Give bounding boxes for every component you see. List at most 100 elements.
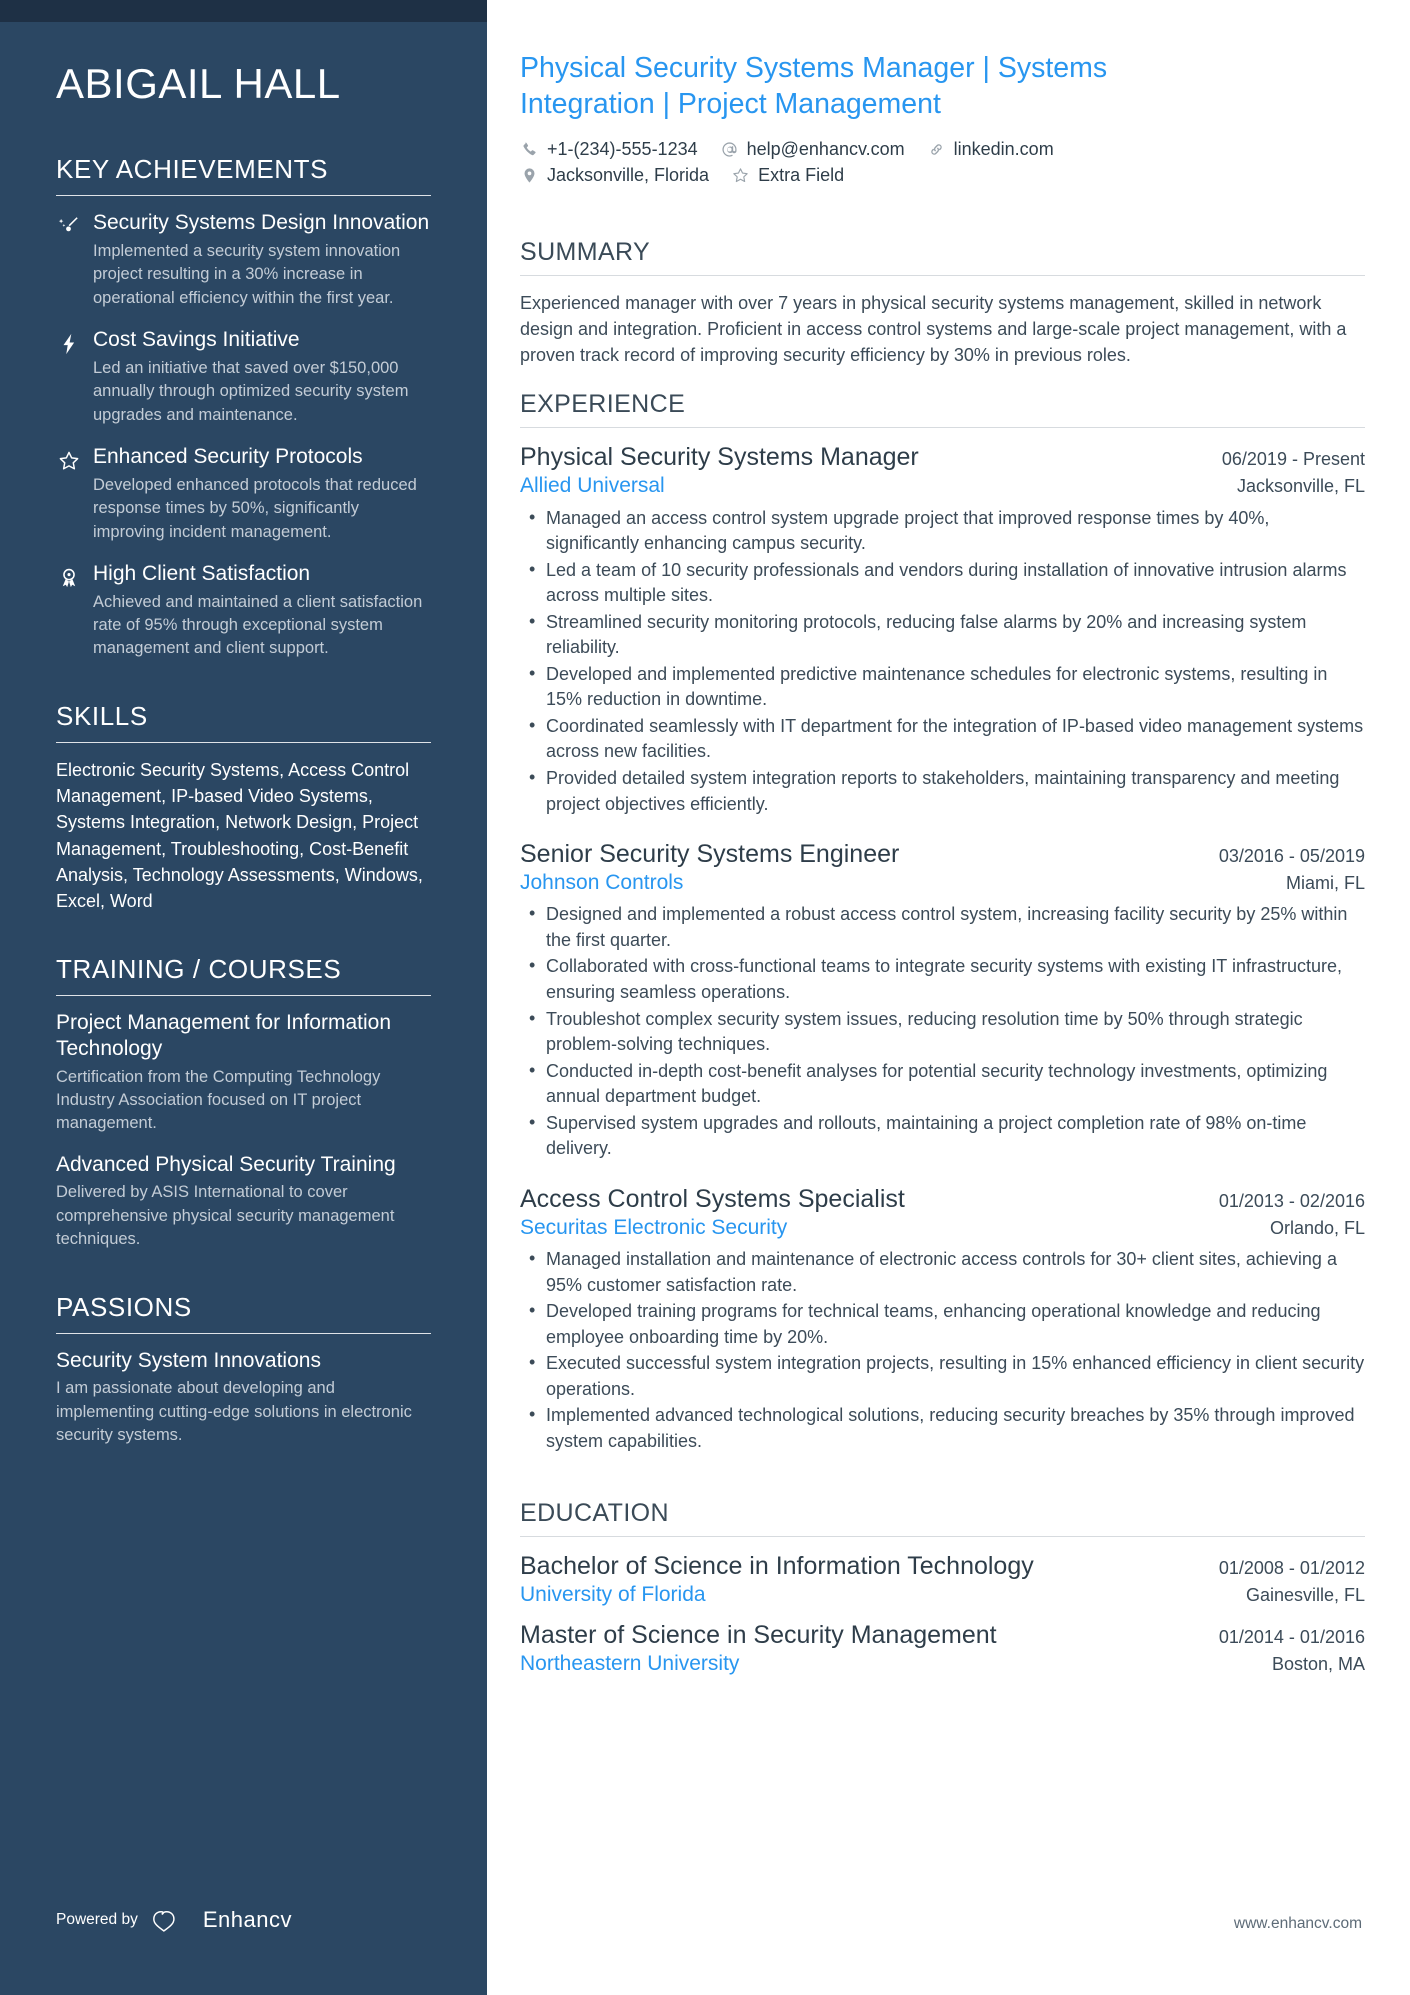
experience-org-row: Securitas Electronic Security Orlando, F… <box>520 1214 1365 1241</box>
divider <box>520 427 1365 429</box>
section-education: EDUCATION Bachelor of Science in Informa… <box>520 1477 1365 1678</box>
at-sign-icon <box>720 140 739 159</box>
experience-entry: Physical Security Systems Manager 06/201… <box>520 442 1365 817</box>
section-heading-skills: SKILLS <box>56 700 148 731</box>
enhancv-logo: Enhancv <box>152 1907 292 1933</box>
experience-title-row: Physical Security Systems Manager 06/201… <box>520 442 1365 472</box>
job-bullet: Collaborated with cross-functional teams… <box>520 953 1365 1005</box>
experience-title-row: Senior Security Systems Engineer 03/2016… <box>520 839 1365 869</box>
section-heading-summary: SUMMARY <box>520 237 651 266</box>
job-bullet: Designed and implemented a robust access… <box>520 901 1365 953</box>
contact-row-secondary: Jacksonville, Florida Extra Field <box>520 165 1365 186</box>
job-bullets: Managed an access control system upgrade… <box>520 505 1365 818</box>
skills-list: Electronic Security Systems, Access Cont… <box>56 759 423 912</box>
experience-org-row: Allied Universal Jacksonville, FL <box>520 472 1365 499</box>
job-location: Jacksonville, FL <box>1236 476 1365 497</box>
education-title-row: Bachelor of Science in Information Techn… <box>520 1551 1365 1581</box>
job-bullet: Managed an access control system upgrade… <box>520 505 1365 557</box>
email-text: help@enhancv.com <box>746 138 905 159</box>
location-pin-icon <box>520 166 539 185</box>
contact-phone[interactable]: +1-(234)-555-1234 <box>520 139 698 160</box>
professional-headline: Physical Security Systems Manager | Syst… <box>520 52 1108 121</box>
sidebar: ABIGAIL HALL KEY ACHIEVEMENTS Security S… <box>0 0 487 1995</box>
achievement-item: Cost Savings Initiative Led an initiativ… <box>56 327 431 427</box>
school-name[interactable]: University of Florida <box>520 1581 706 1608</box>
job-bullet: Developed and implemented predictive mai… <box>520 661 1365 713</box>
job-dates: 06/2019 - Present <box>1221 449 1365 470</box>
job-bullets: Managed installation and maintenance of … <box>520 1246 1365 1454</box>
summary-text: Experienced manager with over 7 years in… <box>520 292 1347 366</box>
job-title: Senior Security Systems Engineer <box>520 840 900 869</box>
candidate-name: ABIGAIL HALL <box>56 60 341 107</box>
section-summary: SUMMARY Experienced manager with over 7 … <box>520 216 1365 368</box>
contact-details: +1-(234)-555-1234 help@enhancv.com linke… <box>520 139 1365 186</box>
achievement-title: Security Systems Design Innovation <box>93 211 430 235</box>
extra-field-text: Extra Field <box>758 164 845 185</box>
job-bullet: Streamlined security monitoring protocol… <box>520 609 1365 661</box>
star-outline-icon <box>731 166 750 185</box>
achievement-title: Enhanced Security Protocols <box>93 445 363 469</box>
job-bullet: Executed successful system integration p… <box>520 1350 1365 1402</box>
achievement-description: Implemented a security system innovation… <box>93 241 401 307</box>
education-title-row: Master of Science in Security Management… <box>520 1620 1365 1650</box>
phone-icon <box>520 140 539 159</box>
section-passions: PASSIONS Security System Innovations I a… <box>56 1292 431 1448</box>
degree-title: Bachelor of Science in Information Techn… <box>520 1551 1034 1580</box>
lightning-bolt-icon <box>56 331 82 357</box>
shooting-star-icon <box>56 214 82 240</box>
job-company[interactable]: Securitas Electronic Security <box>520 1214 787 1241</box>
experience-title-row: Access Control Systems Specialist 01/201… <box>520 1184 1365 1214</box>
award-ribbon-icon <box>56 565 82 591</box>
divider <box>56 995 431 997</box>
job-bullet: Supervised system upgrades and rollouts,… <box>520 1110 1365 1162</box>
course-description: Delivered by ASIS International to cover… <box>56 1183 395 1249</box>
course-item: Advanced Physical Security Training Deli… <box>56 1152 431 1252</box>
location-text: Jacksonville, Florida <box>547 164 710 185</box>
job-bullet: Provided detailed system integration rep… <box>520 765 1365 817</box>
passion-title: Security System Innovations <box>56 1348 321 1372</box>
phone-text: +1-(234)-555-1234 <box>547 138 698 159</box>
divider <box>56 1332 431 1334</box>
contact-email[interactable]: help@enhancv.com <box>720 139 905 160</box>
enhancv-mark-icon <box>152 1911 175 1932</box>
course-title: Advanced Physical Security Training <box>56 1152 396 1176</box>
powered-by-label: Powered by <box>56 1911 138 1928</box>
school-name[interactable]: Northeastern University <box>520 1650 739 1677</box>
school-location: Gainesville, FL <box>1245 1584 1365 1605</box>
linkedin-text: linkedin.com <box>953 138 1054 159</box>
job-bullet: Troubleshot complex security system issu… <box>520 1006 1365 1058</box>
passion-description: I am passionate about developing and imp… <box>56 1379 412 1445</box>
education-org-row: Northeastern University Boston, MA <box>520 1650 1365 1677</box>
section-experience: EXPERIENCE Physical Security Systems Man… <box>520 368 1365 1454</box>
sidebar-topbar <box>0 0 487 22</box>
star-icon <box>56 448 82 474</box>
contact-linkedin[interactable]: linkedin.com <box>927 139 1054 160</box>
course-title: Project Management for Information Techn… <box>56 1011 391 1060</box>
link-icon <box>927 140 946 159</box>
achievement-item: Security Systems Design Innovation Imple… <box>56 210 431 310</box>
main-column: Physical Security Systems Manager | Syst… <box>487 0 1410 1995</box>
powered-by-footer: Powered by Enhancv <box>56 1907 292 1933</box>
contact-row-primary: +1-(234)-555-1234 help@enhancv.com linke… <box>520 139 1365 160</box>
achievement-description: Led an initiative that saved over $150,0… <box>93 358 409 424</box>
job-dates: 01/2013 - 02/2016 <box>1218 1190 1365 1211</box>
job-title: Access Control Systems Specialist <box>520 1184 905 1213</box>
job-bullet: Implemented advanced technological solut… <box>520 1402 1365 1454</box>
experience-entry: Senior Security Systems Engineer 03/2016… <box>520 839 1365 1162</box>
education-entry: Bachelor of Science in Information Techn… <box>520 1551 1365 1608</box>
course-item: Project Management for Information Techn… <box>56 1010 431 1135</box>
contact-extra-field: Extra Field <box>731 165 844 186</box>
section-heading-key-achievements: KEY ACHIEVEMENTS <box>56 154 329 185</box>
site-url[interactable]: www.enhancv.com <box>1234 1915 1362 1933</box>
divider <box>520 274 1365 276</box>
job-bullet: Managed installation and maintenance of … <box>520 1246 1365 1298</box>
job-bullet: Conducted in-depth cost-benefit analyses… <box>520 1058 1365 1110</box>
education-entry: Master of Science in Security Management… <box>520 1620 1365 1677</box>
contact-location: Jacksonville, Florida <box>520 165 709 186</box>
section-heading-training: TRAINING / COURSES <box>56 954 342 985</box>
achievement-description: Developed enhanced protocols that reduce… <box>93 475 417 541</box>
job-company[interactable]: Allied Universal <box>520 472 665 499</box>
degree-title: Master of Science in Security Management <box>520 1620 997 1649</box>
job-company[interactable]: Johnson Controls <box>520 869 683 896</box>
experience-entry: Access Control Systems Specialist 01/201… <box>520 1184 1365 1455</box>
